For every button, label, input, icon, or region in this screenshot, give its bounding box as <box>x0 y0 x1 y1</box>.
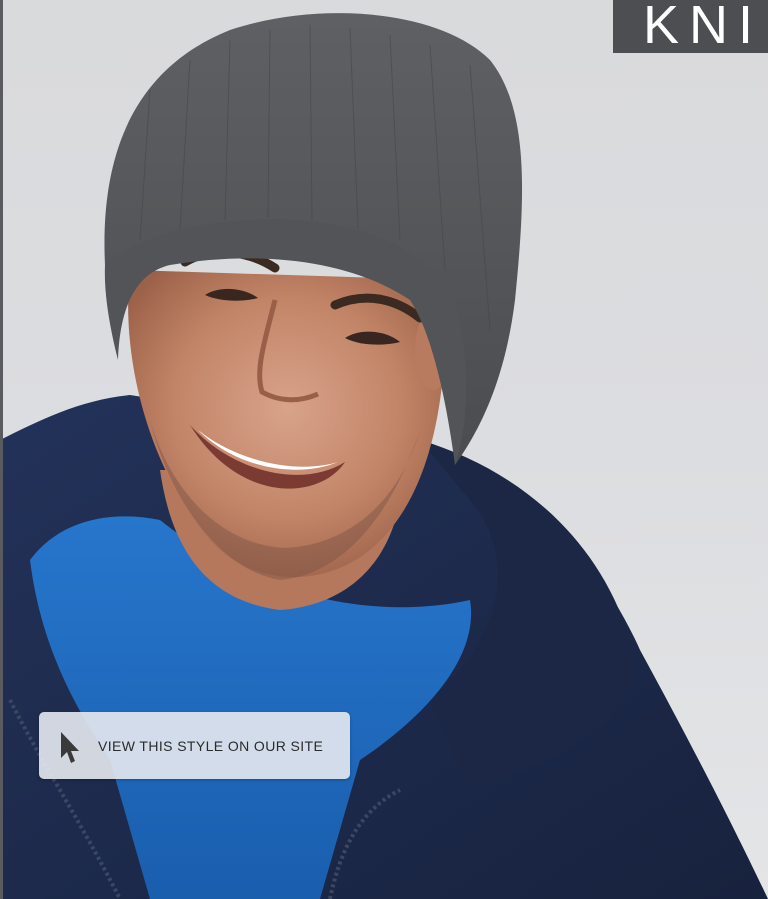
cursor-arrow-icon <box>61 732 79 763</box>
category-label: KNI <box>613 0 768 53</box>
product-banner: KNI VIEW THIS STYLE ON OUR SITE <box>0 0 768 899</box>
left-border <box>0 0 3 899</box>
view-style-label: VIEW THIS STYLE ON OUR SITE <box>98 738 324 754</box>
view-style-button[interactable]: VIEW THIS STYLE ON OUR SITE <box>39 712 350 779</box>
category-label-text: KNI <box>643 0 764 53</box>
